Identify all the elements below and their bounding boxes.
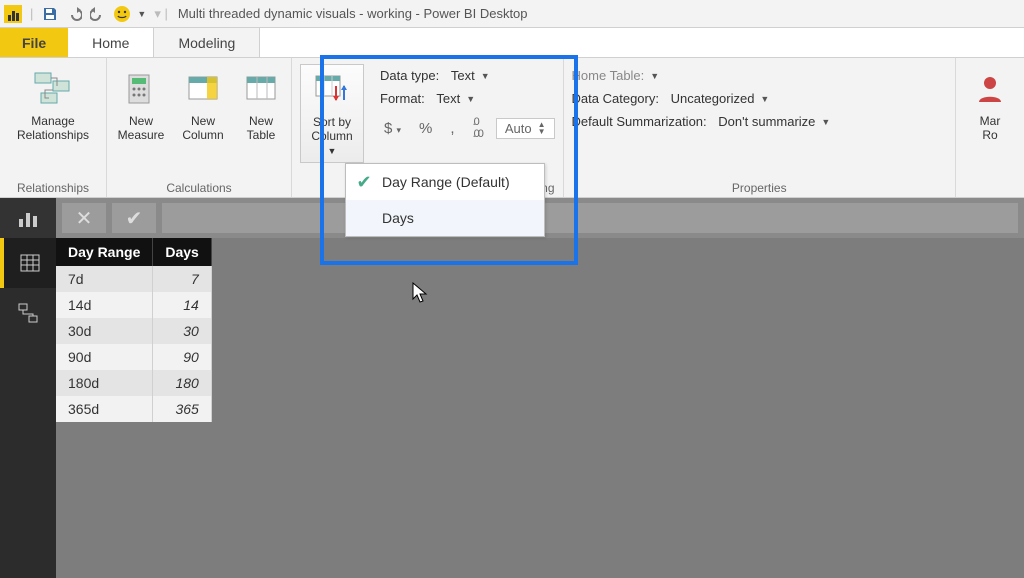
- x-icon: ✕: [76, 206, 93, 231]
- ribbon-group-security: Mar Ro: [956, 58, 1024, 197]
- main-area: Day Range Days 7d714d1430d3090d90180d180…: [0, 238, 1024, 578]
- new-column-label: New Column: [182, 114, 223, 142]
- cell-day-range[interactable]: 30d: [56, 318, 153, 344]
- check-icon: ✔: [126, 206, 143, 231]
- comma-format-button[interactable]: ,: [446, 118, 458, 139]
- separator: ▾ |: [154, 6, 168, 22]
- new-column-button[interactable]: New Column: [177, 64, 229, 142]
- sort-menu-item-days[interactable]: Days: [346, 200, 544, 236]
- nav-data-view[interactable]: [0, 238, 56, 288]
- data-category-dropdown[interactable]: Data Category: Uncategorized▼: [572, 91, 947, 106]
- group-label-relationships: Relationships: [17, 181, 89, 195]
- table-row[interactable]: 180d180: [56, 370, 211, 396]
- cell-day-range[interactable]: 365d: [56, 396, 153, 422]
- currency-format-button[interactable]: $ ▾: [380, 118, 405, 139]
- cell-days[interactable]: 365: [153, 396, 211, 422]
- step-down-icon[interactable]: ▼: [538, 128, 546, 135]
- left-nav: [0, 238, 56, 578]
- cancel-formula-button[interactable]: ✕: [62, 203, 106, 233]
- ribbon: Manage Relationships Relationships New M…: [0, 58, 1024, 198]
- relationships-icon: [32, 68, 74, 110]
- cell-day-range[interactable]: 14d: [56, 292, 153, 318]
- accept-formula-button[interactable]: ✔: [112, 203, 156, 233]
- save-icon[interactable]: [41, 5, 59, 23]
- new-measure-label: New Measure: [118, 114, 165, 142]
- group-label-properties: Properties: [732, 181, 787, 195]
- manage-relationships-button[interactable]: Manage Relationships: [8, 64, 98, 142]
- cell-days[interactable]: 30: [153, 318, 211, 344]
- dropdown-caret-icon: ▼: [481, 71, 490, 81]
- check-icon: ✔: [346, 172, 382, 193]
- nav-model-view[interactable]: [0, 288, 56, 338]
- dropdown-caret-icon: ▼: [466, 94, 475, 104]
- ribbon-group-calculations: New Measure New Column New Table Calcula…: [107, 58, 292, 197]
- sort-by-column-label: Sort by Column ▼: [307, 115, 357, 158]
- dropdown-caret-icon: ▼: [760, 94, 769, 104]
- cell-days[interactable]: 90: [153, 344, 211, 370]
- cell-days[interactable]: 7: [153, 266, 211, 292]
- ribbon-group-properties: Home Table:▼ Data Category: Uncategorize…: [564, 58, 956, 197]
- manage-relationships-label: Manage Relationships: [17, 114, 89, 142]
- new-table-label: New Table: [247, 114, 276, 142]
- new-table-button[interactable]: New Table: [239, 64, 283, 142]
- separator: |: [30, 6, 33, 21]
- person-icon: [969, 68, 1011, 110]
- table-row[interactable]: 14d14: [56, 292, 211, 318]
- sort-menu-item-day-range[interactable]: ✔ Day Range (Default): [346, 164, 544, 200]
- column-icon: [182, 68, 224, 110]
- app-logo-icon: [4, 5, 22, 23]
- ribbon-tabs: File Home Modeling: [0, 28, 1024, 58]
- window-title: Multi threaded dynamic visuals - working…: [178, 6, 528, 21]
- col-header-day-range[interactable]: Day Range: [56, 238, 153, 266]
- new-measure-button[interactable]: New Measure: [115, 64, 167, 142]
- sort-by-column-button[interactable]: Sort by Column ▼: [300, 64, 364, 163]
- tab-file[interactable]: File: [0, 28, 68, 57]
- table-row[interactable]: 7d7: [56, 266, 211, 292]
- tab-modeling[interactable]: Modeling: [153, 28, 260, 57]
- manage-roles-button[interactable]: Mar Ro: [964, 64, 1016, 142]
- cell-day-range[interactable]: 180d: [56, 370, 153, 396]
- table-row[interactable]: 30d30: [56, 318, 211, 344]
- home-table-dropdown[interactable]: Home Table:▼: [572, 68, 947, 83]
- quick-access-toolbar: | ▼ ▾ |: [4, 5, 170, 23]
- dropdown-caret-icon: ▼: [821, 117, 830, 127]
- group-label-calculations: Calculations: [166, 181, 231, 195]
- dropdown-caret-icon: ▼: [328, 146, 337, 156]
- formula-input[interactable]: [162, 203, 1018, 233]
- dropdown-caret-icon: ▼: [650, 71, 659, 81]
- sort-by-column-menu: ✔ Day Range (Default) Days: [345, 163, 545, 237]
- table-icon: [240, 68, 282, 110]
- percent-format-button[interactable]: %: [415, 118, 436, 139]
- table-row[interactable]: 365d365: [56, 396, 211, 422]
- cell-days[interactable]: 14: [153, 292, 211, 318]
- cell-days[interactable]: 180: [153, 370, 211, 396]
- redo-icon[interactable]: [89, 5, 107, 23]
- cell-day-range[interactable]: 7d: [56, 266, 153, 292]
- data-canvas: Day Range Days 7d714d1430d3090d90180d180…: [56, 238, 1024, 578]
- undo-icon[interactable]: [65, 5, 83, 23]
- ribbon-group-relationships: Manage Relationships Relationships: [0, 58, 107, 197]
- decimal-format-button[interactable]: .0.00: [469, 114, 486, 142]
- nav-report-view[interactable]: [0, 198, 56, 238]
- title-bar: | ▼ ▾ | Multi threaded dynamic visuals -…: [0, 0, 1024, 28]
- col-header-days[interactable]: Days: [153, 238, 211, 266]
- cursor-icon: [412, 282, 430, 304]
- tab-home[interactable]: Home: [68, 28, 153, 57]
- dropdown-caret-icon[interactable]: ▼: [137, 9, 146, 19]
- measure-icon: [120, 68, 162, 110]
- cell-day-range[interactable]: 90d: [56, 344, 153, 370]
- data-table: Day Range Days 7d714d1430d3090d90180d180…: [56, 238, 212, 422]
- manage-roles-label: Mar Ro: [980, 114, 1001, 142]
- sort-icon: [311, 69, 353, 111]
- data-type-dropdown[interactable]: Data type: Text▼: [380, 68, 555, 83]
- smiley-icon[interactable]: [113, 5, 131, 23]
- format-dropdown[interactable]: Format: Text▼: [380, 91, 555, 106]
- default-summarization-dropdown[interactable]: Default Summarization: Don't summarize▼: [572, 114, 947, 129]
- decimals-auto-input[interactable]: Auto▲▼: [496, 118, 555, 139]
- table-row[interactable]: 90d90: [56, 344, 211, 370]
